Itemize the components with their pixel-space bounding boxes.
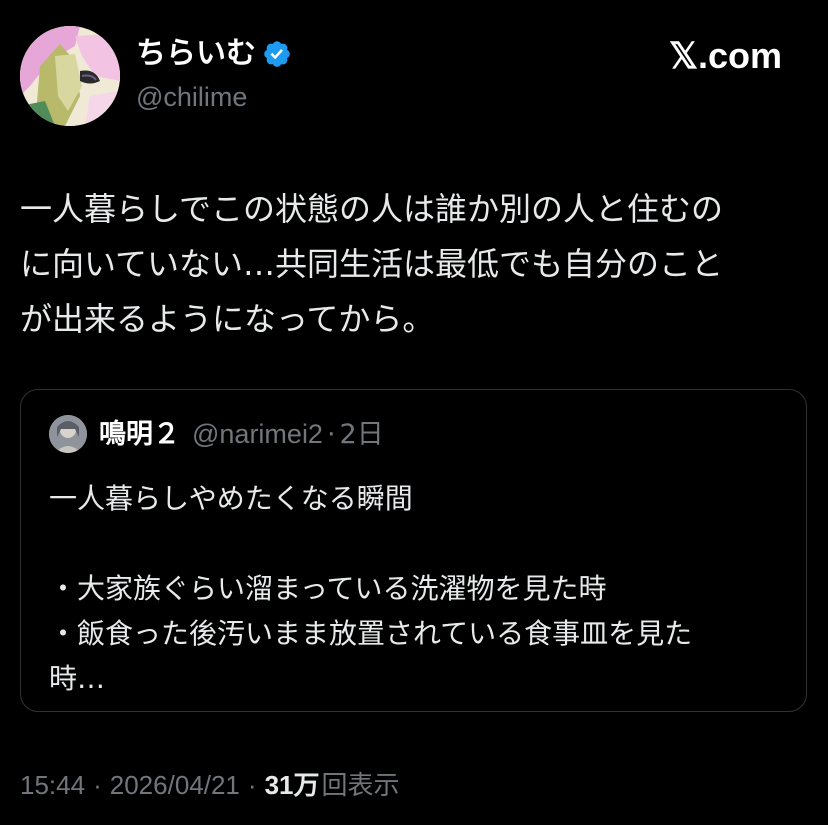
quoted-tweet[interactable]: 鳴明２ @narimei2 · 2日 一人暮らしやめたくなる瞬間 ・大家族ぐらい… xyxy=(20,389,807,712)
tweet-date[interactable]: 2026/04/21 xyxy=(110,765,240,805)
quote-timestamp[interactable]: 2日 xyxy=(340,415,384,455)
x-com-logo: 𝕏.com xyxy=(668,35,782,76)
author-name-text: ちらいむ xyxy=(136,36,256,71)
quote-text: 一人暮らしやめたくなる瞬間 ・大家族ぐらい溜まっている洗濯物を見た時 ・飯食った… xyxy=(49,476,692,701)
tweet-line: に向いていない…共同生活は最低でも自分のこと xyxy=(20,245,724,283)
avatar-image xyxy=(20,26,120,126)
tweet-time[interactable]: 15:44 xyxy=(20,765,85,805)
person-avatar-icon xyxy=(49,415,87,453)
quote-author-handle[interactable]: @narimei2 xyxy=(192,414,323,454)
quote-line: ・大家族ぐらい溜まっている洗濯物を見た時 xyxy=(49,572,607,605)
views-count: 31万 xyxy=(264,770,320,800)
author-display-name[interactable]: ちらいむ xyxy=(136,34,292,74)
quote-line xyxy=(49,521,692,566)
tweet-text: 一人暮らしでこの状態の人は誰か別の人と住むの に向いていない…共同生活は最低でも… xyxy=(20,182,812,347)
quote-separator: · xyxy=(326,419,336,450)
meta-separator: · xyxy=(93,770,102,800)
author-handle[interactable]: @chilime xyxy=(136,80,247,114)
tweet-line: が出来るようになってから。 xyxy=(20,300,435,338)
quote-author-name[interactable]: 鳴明２ xyxy=(99,415,180,455)
author-avatar[interactable] xyxy=(20,26,120,126)
quote-header: 鳴明２ @narimei2 · 2日 xyxy=(99,414,384,455)
quote-line: 時… xyxy=(49,662,106,695)
quote-line: ・飯食った後汚いまま放置されている食事皿を見た xyxy=(49,617,693,650)
verified-badge-icon xyxy=(264,41,290,67)
tweet-metadata: 15:44 · 2026/04/21 · 31万 回表示 xyxy=(20,765,400,806)
views-label: 回表示 xyxy=(321,771,400,801)
quote-line: 一人暮らしやめたくなる瞬間 xyxy=(49,482,413,515)
tweet-line: 一人暮らしでこの状態の人は誰か別の人と住むの xyxy=(20,190,724,228)
quote-author-avatar xyxy=(49,415,87,453)
meta-separator: · xyxy=(247,770,257,800)
